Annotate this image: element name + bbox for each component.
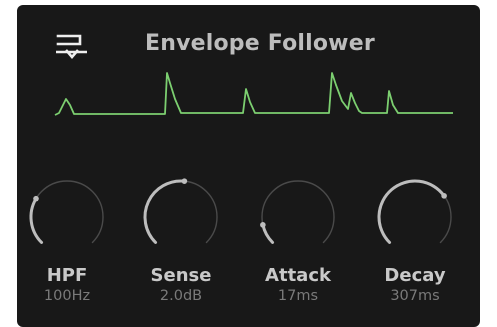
knob-attack[interactable]: Attack 17ms: [248, 178, 348, 318]
knob-dial-hpf[interactable]: [28, 178, 106, 256]
knob-fill-sense: [143, 179, 186, 244]
knob-fill-hpf: [29, 197, 44, 244]
envelope-waveform: [54, 72, 453, 116]
knob-track-hpf: [30, 180, 104, 244]
knob-value-hpf: 100Hz: [43, 288, 91, 304]
knob-value-decay: 307ms: [390, 288, 440, 304]
knob-hpf[interactable]: HPF 100Hz: [17, 178, 117, 318]
knob-decay[interactable]: Decay 307ms: [365, 178, 465, 318]
knob-handle-sense[interactable]: [181, 178, 188, 184]
knob-handle-attack[interactable]: [260, 222, 266, 228]
knob-dial-decay[interactable]: [376, 178, 454, 256]
knob-label-sense: Sense: [150, 265, 212, 286]
knob-dial-sense[interactable]: [142, 178, 220, 256]
knob-value-sense: 2.0dB: [159, 288, 203, 304]
knob-dial-attack[interactable]: [259, 178, 337, 256]
envelope-follower-panel: Envelope Follower HPF 100Hz Sense 2.0dB …: [17, 5, 480, 327]
envelope-trace: [54, 72, 453, 116]
knob-label-hpf: HPF: [46, 265, 88, 286]
knob-value-attack: 17ms: [277, 288, 319, 304]
knob-track-attack: [261, 180, 335, 244]
knob-sense[interactable]: Sense 2.0dB: [131, 178, 231, 318]
knob-fill-decay: [377, 179, 446, 244]
knob-handle-hpf[interactable]: [33, 195, 39, 202]
knob-label-attack: Attack: [265, 265, 331, 286]
knob-label-decay: Decay: [384, 265, 446, 286]
knob-handle-decay[interactable]: [441, 193, 447, 199]
knob-fill-attack: [261, 223, 275, 244]
